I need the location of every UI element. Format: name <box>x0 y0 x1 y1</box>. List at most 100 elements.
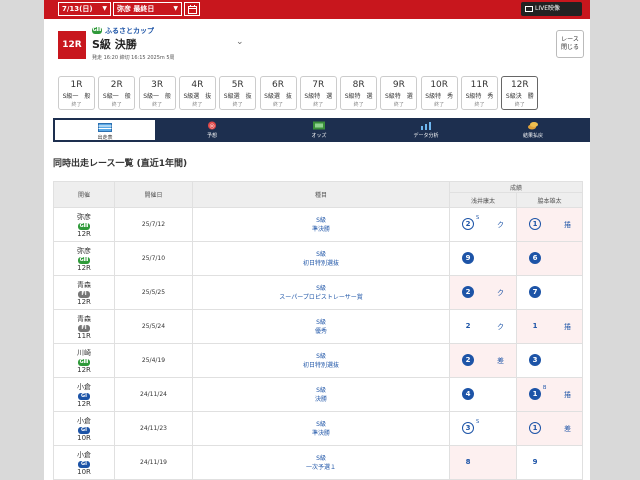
race-tab-number: 5R <box>231 80 244 90</box>
date-cell: 24/11/19 <box>114 445 193 480</box>
race-type-link[interactable]: S級 初日特別選抜 <box>192 343 450 378</box>
date-select[interactable]: 7/13(日) ▼ <box>58 2 111 16</box>
rank-marker: 1 <box>529 218 541 230</box>
race-event: 初日特別選抜 <box>302 361 339 369</box>
nav-tab-3[interactable]: オッズ <box>267 118 371 142</box>
rank-marker: 6 <box>529 252 541 264</box>
nav-tab-label: 出走表 <box>97 135 113 141</box>
venue-cell: 小倉 GⅠ 10R <box>53 411 115 446</box>
race-number: 12R <box>77 229 91 238</box>
close-race-button[interactable]: レース 閉じる <box>556 30 584 58</box>
kimarite-label: 捲 <box>564 323 571 331</box>
close-race-label-1: レース <box>561 36 579 43</box>
race-type-link[interactable]: S級 初日特別選抜 <box>192 241 450 276</box>
nav-tab-label: オッズ <box>311 133 327 139</box>
race-tab-6[interactable]: 6R S級選 抜終了 <box>259 76 297 110</box>
race-tab-7[interactable]: 7R S級特 選終了 <box>299 76 337 110</box>
race-type-link[interactable]: S級 優秀 <box>192 309 450 344</box>
race-tab-class: S級特 選 <box>304 93 333 100</box>
col-header-venue: 開催 <box>53 181 115 208</box>
race-tab-number: 9R <box>392 80 405 90</box>
race-tab-number: 12R <box>510 80 529 90</box>
col-header-type: 種目 <box>192 181 450 208</box>
race-tab-class: S級選 抜 <box>264 93 292 100</box>
race-tab-status: 終了 <box>152 102 163 108</box>
race-tab-status: 終了 <box>434 102 445 108</box>
rank-marker: 1 <box>532 322 538 330</box>
result-cell: 8 <box>449 445 517 480</box>
race-type-link[interactable]: S級 決勝 <box>192 377 450 412</box>
race-tab-12[interactable]: 12R S級決 勝終了 <box>501 76 539 110</box>
race-tab-status: 終了 <box>353 102 364 108</box>
venue-cell: 弥彦 GⅢ 12R <box>53 241 115 276</box>
race-type-link[interactable]: S級 準決勝 <box>192 411 450 446</box>
race-tab-8[interactable]: 8R S級特 選終了 <box>340 76 378 110</box>
nav-tab-5[interactable]: 結果払戻 <box>481 118 585 142</box>
race-type-link[interactable]: S級 一次予選１ <box>192 445 450 480</box>
race-type-link[interactable]: S級 スーパープロピストレーサー賞 <box>192 275 450 310</box>
race-tab-2[interactable]: 2R S級一 般終了 <box>98 76 136 110</box>
venue-name: 青森 <box>77 280 91 289</box>
grade-badge: GⅢ <box>78 358 90 366</box>
race-tab-status: 終了 <box>232 102 243 108</box>
result-cell: 3S <box>449 411 517 446</box>
race-tab-status: 終了 <box>272 102 283 108</box>
table-row: 青森 FⅠ 11R 25/5/24 S級 優秀 2 ク 1 捲 <box>53 309 584 344</box>
race-tab-status: 終了 <box>393 102 404 108</box>
venue-name: 小倉 <box>77 416 91 425</box>
venue-name: 小倉 <box>77 450 91 459</box>
chevron-down-icon[interactable]: ⌄ <box>236 37 244 47</box>
race-tab-9[interactable]: 9R S級特 選終了 <box>380 76 418 110</box>
race-tab-status: 終了 <box>514 102 525 108</box>
date-cell: 24/11/23 <box>114 411 193 446</box>
date-cell: 25/7/12 <box>114 207 193 242</box>
race-tab-11[interactable]: 11R S級特 秀終了 <box>461 76 498 110</box>
venue-cell: 弥彦 GⅢ 12R <box>53 207 115 242</box>
race-meta: 発走 16:20 締切 16:15 2025m 5周 <box>92 55 175 61</box>
result-cell: 4 <box>449 377 517 412</box>
venue-cell: 青森 FⅠ 11R <box>53 309 115 344</box>
race-tab-class: S級一 般 <box>143 93 171 100</box>
close-race-label-2: 閉じる <box>560 44 579 51</box>
date-cell: 24/11/24 <box>114 377 193 412</box>
nav-tab-4[interactable]: データ分析 <box>374 118 478 142</box>
calendar-button[interactable] <box>184 2 200 16</box>
result-cell: 2差 <box>449 343 517 378</box>
race-tab-10[interactable]: 10R S級特 秀終了 <box>420 76 458 110</box>
race-title: S級 決勝 <box>92 38 137 51</box>
kimarite-label: 差 <box>497 357 504 365</box>
result-cell: 6 <box>515 241 584 276</box>
rank-marker: 3 <box>529 354 541 366</box>
race-event: 準決勝 <box>311 225 330 233</box>
race-number: 10R <box>77 433 91 442</box>
rank-marker: 4 <box>462 388 474 400</box>
venue-name: 小倉 <box>77 382 91 391</box>
race-class: S級 <box>316 386 326 394</box>
result-cell: 1差 <box>515 411 584 446</box>
grade-badge: GⅢ <box>92 27 102 34</box>
live-video-button[interactable]: LIVE映像 <box>521 2 582 16</box>
race-number: 12R <box>77 365 91 374</box>
nav-tab-2[interactable]: ◎ 予想 <box>160 118 264 142</box>
race-number-badge: 12R <box>58 31 86 59</box>
race-type-link[interactable]: S級 準決勝 <box>192 207 450 242</box>
race-class: S級 <box>316 318 326 326</box>
venue-select[interactable]: 弥彦 最終日 ▼ <box>113 2 182 16</box>
race-tab-class: S級特 秀 <box>465 93 494 100</box>
race-event: スーパープロピストレーサー賞 <box>279 293 363 301</box>
nav-tab-label: 予想 <box>206 133 217 139</box>
nav-tab-1[interactable]: 出走表 <box>53 118 157 142</box>
table-row: 青森 FⅠ 12R 25/5/25 S級 スーパープロピストレーサー賞 2 ク 7 <box>53 275 584 310</box>
race-tab-1[interactable]: 1R S級一 般終了 <box>58 76 95 110</box>
table-row: 小倉 GⅠ 10R 24/11/23 S級 準決勝 3 S 1 差 <box>53 411 584 446</box>
start-mark: B <box>543 385 547 391</box>
race-tab-class: S級決 勝 <box>505 93 534 100</box>
race-tab-4[interactable]: 4R S級選 抜終了 <box>178 76 216 110</box>
race-tab-number: 1R <box>70 80 83 90</box>
race-tab-3[interactable]: 3R S級一 般終了 <box>138 76 176 110</box>
result-cell: 9 <box>449 241 517 276</box>
race-event: 一次予選１ <box>305 463 336 471</box>
race-tab-class: S級選 抜 <box>183 93 212 100</box>
race-tab-5[interactable]: 5R S級選 抜終了 <box>219 76 257 110</box>
venue-name: 川崎 <box>77 348 91 357</box>
